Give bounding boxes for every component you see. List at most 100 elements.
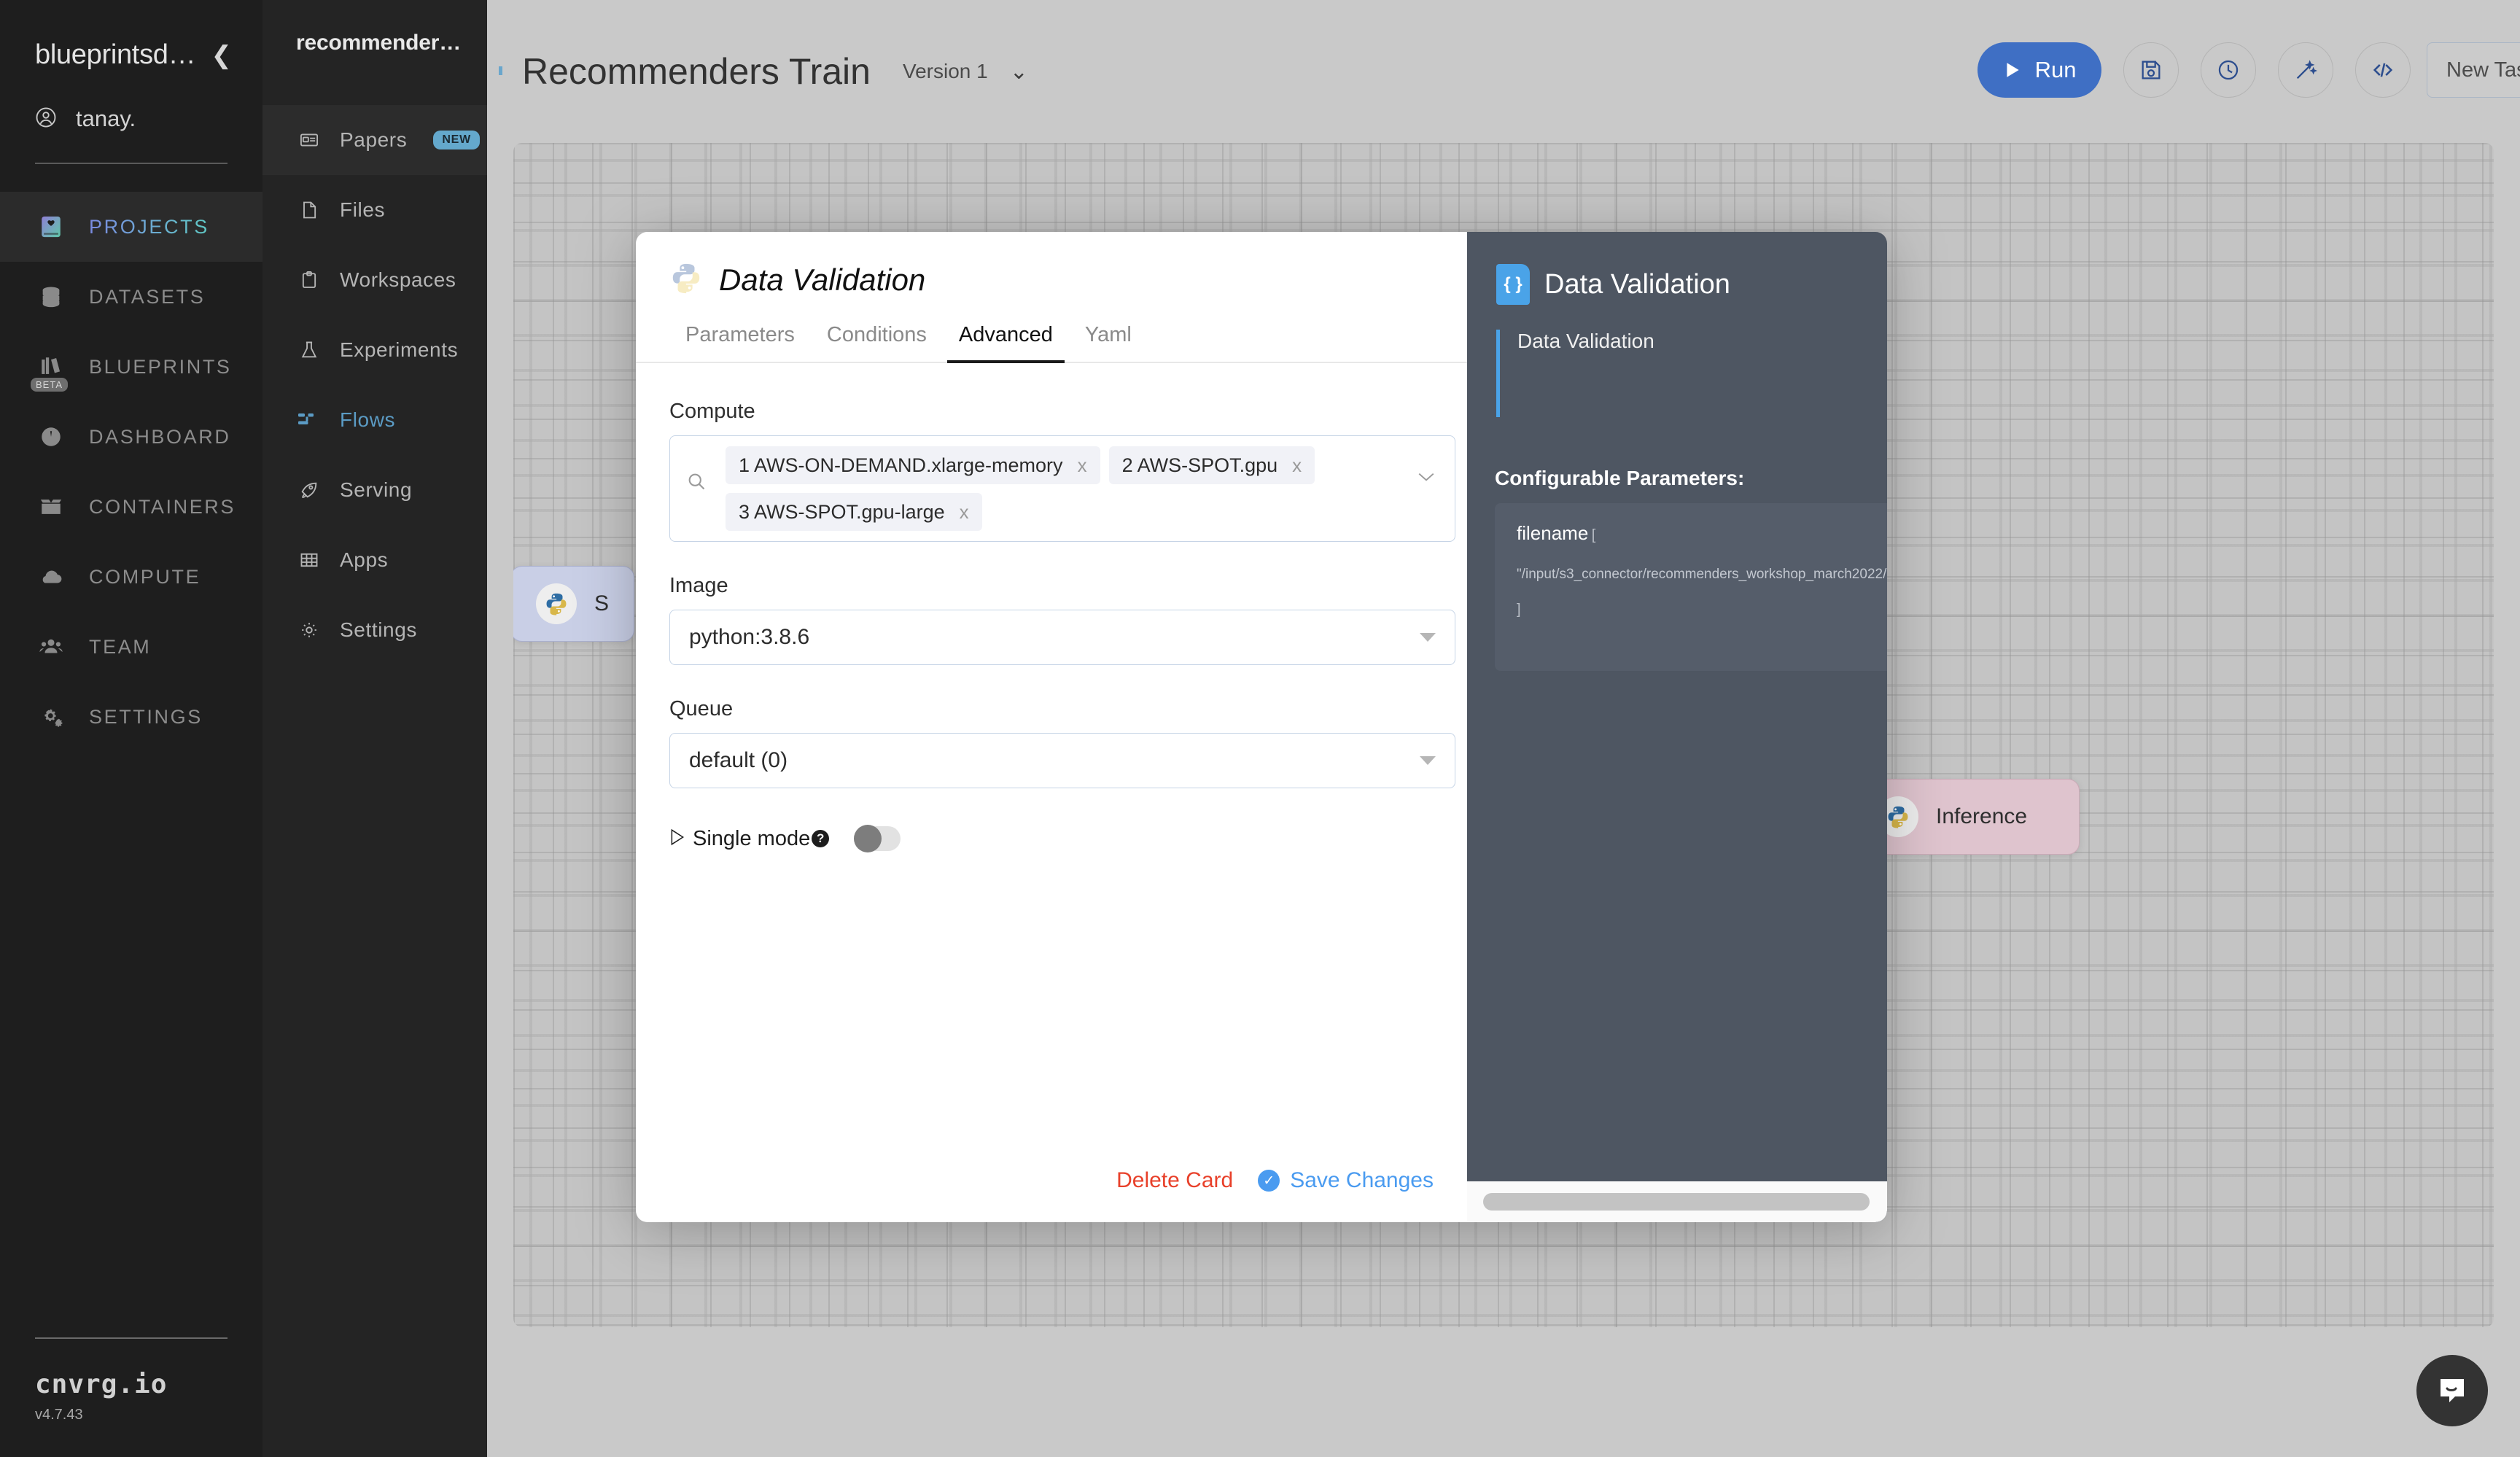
chevron-down-icon[interactable]: ⌄ bbox=[1010, 59, 1028, 85]
action-toolbar: Run bbox=[1978, 42, 2411, 98]
sidebar-item-label: Files bbox=[340, 198, 386, 221]
box-icon bbox=[35, 491, 67, 523]
rocket-icon bbox=[296, 477, 322, 503]
sidebar-item-label: Workspaces bbox=[340, 268, 456, 291]
sidebar-item-projects[interactable]: PROJECTS bbox=[0, 192, 262, 262]
card-settings-modal: Data Validation Parameters Conditions Ad… bbox=[636, 232, 1887, 1222]
app-root: blueprintsd… ❮ tanay. PROJECTS DATASETS … bbox=[0, 0, 2520, 1457]
compute-chip[interactable]: 3 AWS-SPOT.gpu-large x bbox=[726, 493, 982, 531]
org-row: blueprintsd… ❮ bbox=[0, 39, 262, 71]
blueprints-icon: BETA bbox=[31, 351, 68, 392]
sidebar-item-team[interactable]: TEAM bbox=[0, 612, 262, 682]
sidebar-item-files[interactable]: Files bbox=[262, 175, 487, 245]
org-name: blueprintsd… bbox=[35, 39, 196, 70]
flow-node-label: S bbox=[594, 591, 610, 615]
image-select-value: python:3.8.6 bbox=[689, 625, 810, 649]
chevron-left-icon[interactable]: ❮ bbox=[211, 43, 233, 68]
run-button[interactable]: Run bbox=[1978, 42, 2101, 98]
version-label: Version 1 bbox=[902, 60, 988, 82]
new-task-select[interactable]: New Task bbox=[2427, 42, 2520, 98]
chat-widget-button[interactable] bbox=[2416, 1355, 2488, 1426]
project-name: recommender… bbox=[296, 31, 462, 55]
code-value: "/input/s3_connector/recommenders_worksh… bbox=[1517, 567, 1887, 582]
compute-chip[interactable]: 1 AWS-ON-DEMAND.xlarge-memory x bbox=[726, 446, 1100, 484]
clipboard-icon bbox=[296, 267, 322, 293]
compute-label: Compute bbox=[669, 400, 755, 423]
flow-title-wrap: Recommenders Train Version 1 ⌄ bbox=[487, 50, 1028, 93]
sidebar-item-label: PROJECTS bbox=[89, 215, 209, 238]
image-label: Image bbox=[669, 574, 728, 597]
sidebar-item-project-settings[interactable]: Settings bbox=[262, 595, 487, 665]
sidebar-item-flows[interactable]: Flows bbox=[262, 385, 487, 455]
app-version: v4.7.43 bbox=[35, 1407, 83, 1423]
sidebar-item-settings[interactable]: SETTINGS bbox=[0, 682, 262, 752]
compute-chips: 1 AWS-ON-DEMAND.xlarge-memory x 2 AWS-SP… bbox=[726, 446, 1401, 531]
info-panel-description-wrap: Data Validation bbox=[1496, 330, 1858, 417]
save-button[interactable] bbox=[2123, 42, 2179, 98]
avatar-icon bbox=[35, 106, 57, 132]
sidebar-item-apps[interactable]: Apps bbox=[262, 525, 487, 595]
sidebar-item-experiments[interactable]: Experiments bbox=[262, 315, 487, 385]
sidebar-item-papers[interactable]: Papers NEW bbox=[262, 105, 487, 175]
compute-field-group: Compute 1 AWS-ON-DEMAND.xlarge-memory x bbox=[669, 400, 1455, 542]
magic-button[interactable] bbox=[2278, 42, 2333, 98]
save-changes-label: Save Changes bbox=[1290, 1168, 1434, 1192]
flask-icon bbox=[296, 337, 322, 363]
queue-select[interactable]: default (0) bbox=[669, 733, 1455, 788]
scrollbar-thumb[interactable] bbox=[1483, 1193, 1870, 1211]
single-mode-toggle[interactable] bbox=[854, 825, 901, 852]
sidebar-item-datasets[interactable]: DATASETS bbox=[0, 262, 262, 332]
people-icon bbox=[35, 631, 67, 663]
sidebar-item-dashboard[interactable]: DASHBOARD bbox=[0, 402, 262, 472]
triangle-right-icon[interactable] bbox=[669, 828, 685, 850]
modal-title: Data Validation bbox=[719, 262, 926, 297]
history-button[interactable] bbox=[2201, 42, 2256, 98]
sidebar-divider bbox=[35, 163, 228, 164]
new-badge: NEW bbox=[433, 131, 481, 149]
sidebar-item-label: DASHBOARD bbox=[89, 425, 231, 448]
delete-card-button[interactable]: Delete Card bbox=[1116, 1168, 1233, 1193]
sidebar-item-serving[interactable]: Serving bbox=[262, 455, 487, 525]
image-select[interactable]: python:3.8.6 bbox=[669, 610, 1455, 665]
info-panel-description: Data Validation bbox=[1517, 330, 1654, 352]
primary-nav: PROJECTS DATASETS BETA BLUEPRINTS DASHBO… bbox=[0, 192, 262, 752]
flow-node[interactable]: S bbox=[513, 566, 635, 642]
modal-info-panel: { } Data Validation Data Validation Conf… bbox=[1467, 232, 1887, 1222]
single-mode-row: Single mode ? bbox=[669, 825, 1434, 852]
tab-conditions[interactable]: Conditions bbox=[811, 323, 943, 362]
tab-parameters[interactable]: Parameters bbox=[669, 323, 811, 362]
papers-icon bbox=[296, 127, 322, 153]
code-icon bbox=[2373, 63, 2393, 77]
user-row[interactable]: tanay. bbox=[0, 71, 262, 132]
close-icon[interactable]: x bbox=[960, 501, 969, 524]
compute-chip[interactable]: 2 AWS-SPOT.gpu x bbox=[1108, 446, 1315, 484]
close-icon[interactable]: x bbox=[1078, 454, 1087, 477]
info-panel-scrollbar[interactable] bbox=[1467, 1181, 1887, 1222]
queue-select-value: default (0) bbox=[689, 748, 788, 772]
sidebar-item-label: TEAM bbox=[89, 635, 152, 658]
modal-main-panel: Data Validation Parameters Conditions Ad… bbox=[636, 232, 1467, 1222]
single-mode-label: Single mode bbox=[693, 826, 811, 850]
chevron-down-icon[interactable] bbox=[1411, 446, 1436, 483]
close-icon[interactable]: x bbox=[1292, 454, 1302, 477]
save-changes-button[interactable]: ✓ Save Changes bbox=[1258, 1168, 1434, 1193]
tab-yaml[interactable]: Yaml bbox=[1069, 323, 1148, 362]
help-icon[interactable]: ? bbox=[812, 830, 830, 847]
sidebar-item-label: Apps bbox=[340, 548, 389, 571]
cloud-icon bbox=[35, 561, 67, 593]
check-circle-icon: ✓ bbox=[1258, 1170, 1280, 1192]
header-toolbar: Recommenders Train Version 1 ⌄ Run New T… bbox=[487, 0, 2520, 143]
sidebar-item-blueprints[interactable]: BETA BLUEPRINTS bbox=[0, 332, 262, 402]
sidebar-item-label: CONTAINERS bbox=[89, 495, 236, 518]
sidebar-item-containers[interactable]: CONTAINERS bbox=[0, 472, 262, 542]
tab-advanced[interactable]: Advanced bbox=[943, 323, 1069, 363]
compute-chip-label: 1 AWS-ON-DEMAND.xlarge-memory bbox=[739, 454, 1063, 476]
magic-wand-icon bbox=[2296, 60, 2317, 79]
compute-chip-label: 2 AWS-SPOT.gpu bbox=[1121, 454, 1278, 476]
code-button[interactable] bbox=[2355, 42, 2411, 98]
compute-multiselect[interactable]: 1 AWS-ON-DEMAND.xlarge-memory x 2 AWS-SP… bbox=[669, 435, 1455, 542]
modal-title-row: Data Validation bbox=[669, 261, 1434, 298]
sidebar-item-label: Flows bbox=[340, 408, 396, 431]
sidebar-item-workspaces[interactable]: Workspaces bbox=[262, 245, 487, 315]
sidebar-item-compute[interactable]: COMPUTE bbox=[0, 542, 262, 612]
